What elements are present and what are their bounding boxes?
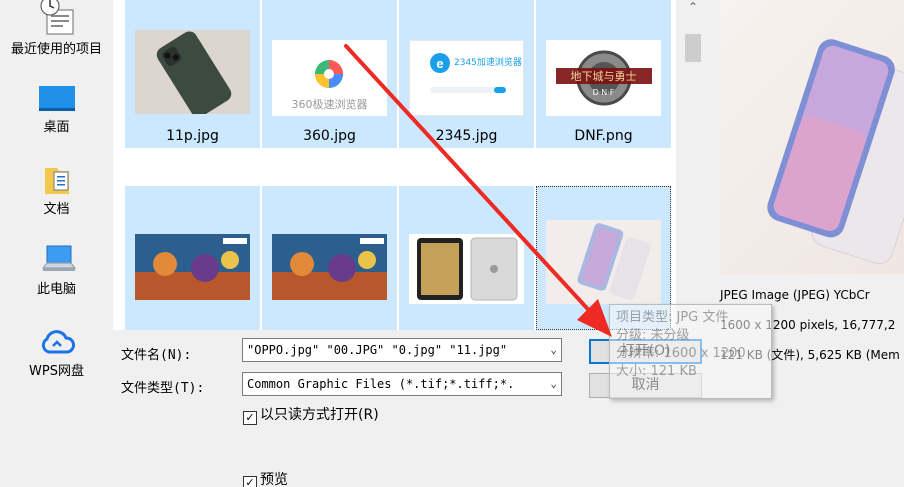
file-thumbnail: e 2345加速浏览器 xyxy=(409,40,524,116)
file-name: 2345.jpg xyxy=(435,128,498,144)
recent-items-icon xyxy=(40,0,73,35)
file-thumbnail: 360极速浏览器 xyxy=(272,40,387,116)
filename-input[interactable]: "OPPO.jpg" "00.JPG" "0.jpg" "11.jpg" ⌄ xyxy=(242,338,562,362)
svg-text:e: e xyxy=(436,56,443,71)
game-art-image xyxy=(135,234,250,300)
preview-image xyxy=(720,0,904,274)
checkbox-checked-icon[interactable]: ✓ xyxy=(243,476,257,487)
thumb-caption: 地下城与勇士 xyxy=(570,70,637,83)
phone-photo-image xyxy=(135,30,250,114)
scroll-up-icon[interactable]: ⌃ xyxy=(685,0,701,16)
nav-item-label: 此电脑 xyxy=(36,282,76,297)
nav-item-recent[interactable]: 最近使用的项目 xyxy=(0,0,113,57)
scrollbar-thumb[interactable] xyxy=(685,34,701,62)
filename-value: "OPPO.jpg" "00.JPG" "0.jpg" "11.jpg" xyxy=(247,343,508,357)
filetype-select[interactable]: Common Graphic Files (*.tif;*.tiff;*. ⌄ xyxy=(242,372,562,396)
wps-cloud-icon xyxy=(41,330,75,354)
thumb-caption: 360极速浏览器 xyxy=(291,98,368,111)
oppo-phone-image xyxy=(577,223,651,300)
nav-item-documents[interactable]: 文档 xyxy=(0,164,113,217)
nav-item-label: WPS网盘 xyxy=(29,364,84,379)
nav-item-desktop[interactable]: 桌面 xyxy=(0,84,113,135)
file-thumbnail xyxy=(272,234,387,300)
tooltip-resolution: 分辨率: 1600 x 1200 xyxy=(616,346,746,361)
readonly-label: 以只读方式打开(R) xyxy=(260,407,379,423)
file-item-11p[interactable]: 11p.jpg xyxy=(125,0,260,148)
file-list: 11p.jpg 360极速浏览器 360.jpg e 2345加速浏览器 234… xyxy=(113,0,676,330)
documents-icon xyxy=(44,168,69,194)
this-pc-icon xyxy=(41,245,76,271)
filetype-value: Common Graphic Files (*.tif;*.tiff;*. xyxy=(247,377,515,391)
file-name: DNF.png xyxy=(574,128,633,144)
file-name: 360.jpg xyxy=(303,128,356,144)
2345-browser-logo: e xyxy=(430,53,506,93)
tooltip-size: 大小: 121 KB xyxy=(616,364,697,379)
nav-item-wps-cloud[interactable]: WPS网盘 xyxy=(0,326,113,379)
file-item[interactable] xyxy=(125,186,260,330)
file-item-dnf[interactable]: 地下城与勇士 D·N·F DNF.png xyxy=(536,0,671,148)
checkbox-checked-icon[interactable]: ✓ xyxy=(243,411,257,425)
chevron-down-icon[interactable]: ⌄ xyxy=(550,373,557,395)
oppo-phone-preview-image xyxy=(767,39,904,265)
preview-checkbox[interactable]: ✓ 预览 xyxy=(243,469,288,487)
file-name: 11p.jpg xyxy=(166,128,219,144)
filename-label: 文件名(N): xyxy=(121,348,192,363)
file-list-scrollbar[interactable]: ⌃ xyxy=(676,0,710,330)
tablet-image xyxy=(417,237,518,301)
file-item-360[interactable]: 360极速浏览器 360.jpg xyxy=(262,0,397,148)
file-item[interactable] xyxy=(262,186,397,330)
preview-label: 预览 xyxy=(260,472,288,487)
file-thumbnail xyxy=(135,234,250,300)
open-file-dialog: 最近使用的项目 桌面 文档 此电脑 WPS网盘 11p.jpg 360极速浏览器… xyxy=(0,0,904,487)
file-thumbnail xyxy=(546,220,661,304)
nav-item-label: 最近使用的项目 xyxy=(10,42,102,57)
chevron-down-icon[interactable]: ⌄ xyxy=(550,339,557,361)
readonly-checkbox[interactable]: ✓ 以只读方式打开(R) xyxy=(243,404,379,425)
file-tooltip: 项目类型: JPG 文件 分级: 未分级 分辨率: 1600 x 1200 大小… xyxy=(609,304,772,399)
tooltip-type: 项目类型: JPG 文件 xyxy=(616,310,729,325)
tooltip-rating: 分级: 未分级 xyxy=(616,328,690,343)
thumb-subcaption: D·N·F xyxy=(592,88,615,97)
filetype-label: 文件类型(T): xyxy=(121,381,205,396)
nav-item-this-pc[interactable]: 此电脑 xyxy=(0,244,113,297)
preview-pane: JPEG Image (JPEG) YCbCr 1600 x 1200 pixe… xyxy=(710,0,904,332)
file-item[interactable] xyxy=(399,186,534,330)
file-thumbnail xyxy=(409,234,524,304)
nav-item-label: 文档 xyxy=(43,202,70,217)
navigation-pane: 最近使用的项目 桌面 文档 此电脑 WPS网盘 xyxy=(0,0,113,487)
file-thumbnail xyxy=(135,30,250,114)
file-item-2345[interactable]: e 2345加速浏览器 2345.jpg xyxy=(399,0,534,148)
nav-item-label: 桌面 xyxy=(43,120,70,135)
file-thumbnail: 地下城与勇士 D·N·F xyxy=(546,40,661,116)
game-art-image xyxy=(272,234,387,300)
preview-type-info: JPEG Image (JPEG) YCbCr xyxy=(720,288,870,302)
desktop-icon xyxy=(38,86,75,111)
thumb-caption: 2345加速浏览器 xyxy=(454,58,522,68)
